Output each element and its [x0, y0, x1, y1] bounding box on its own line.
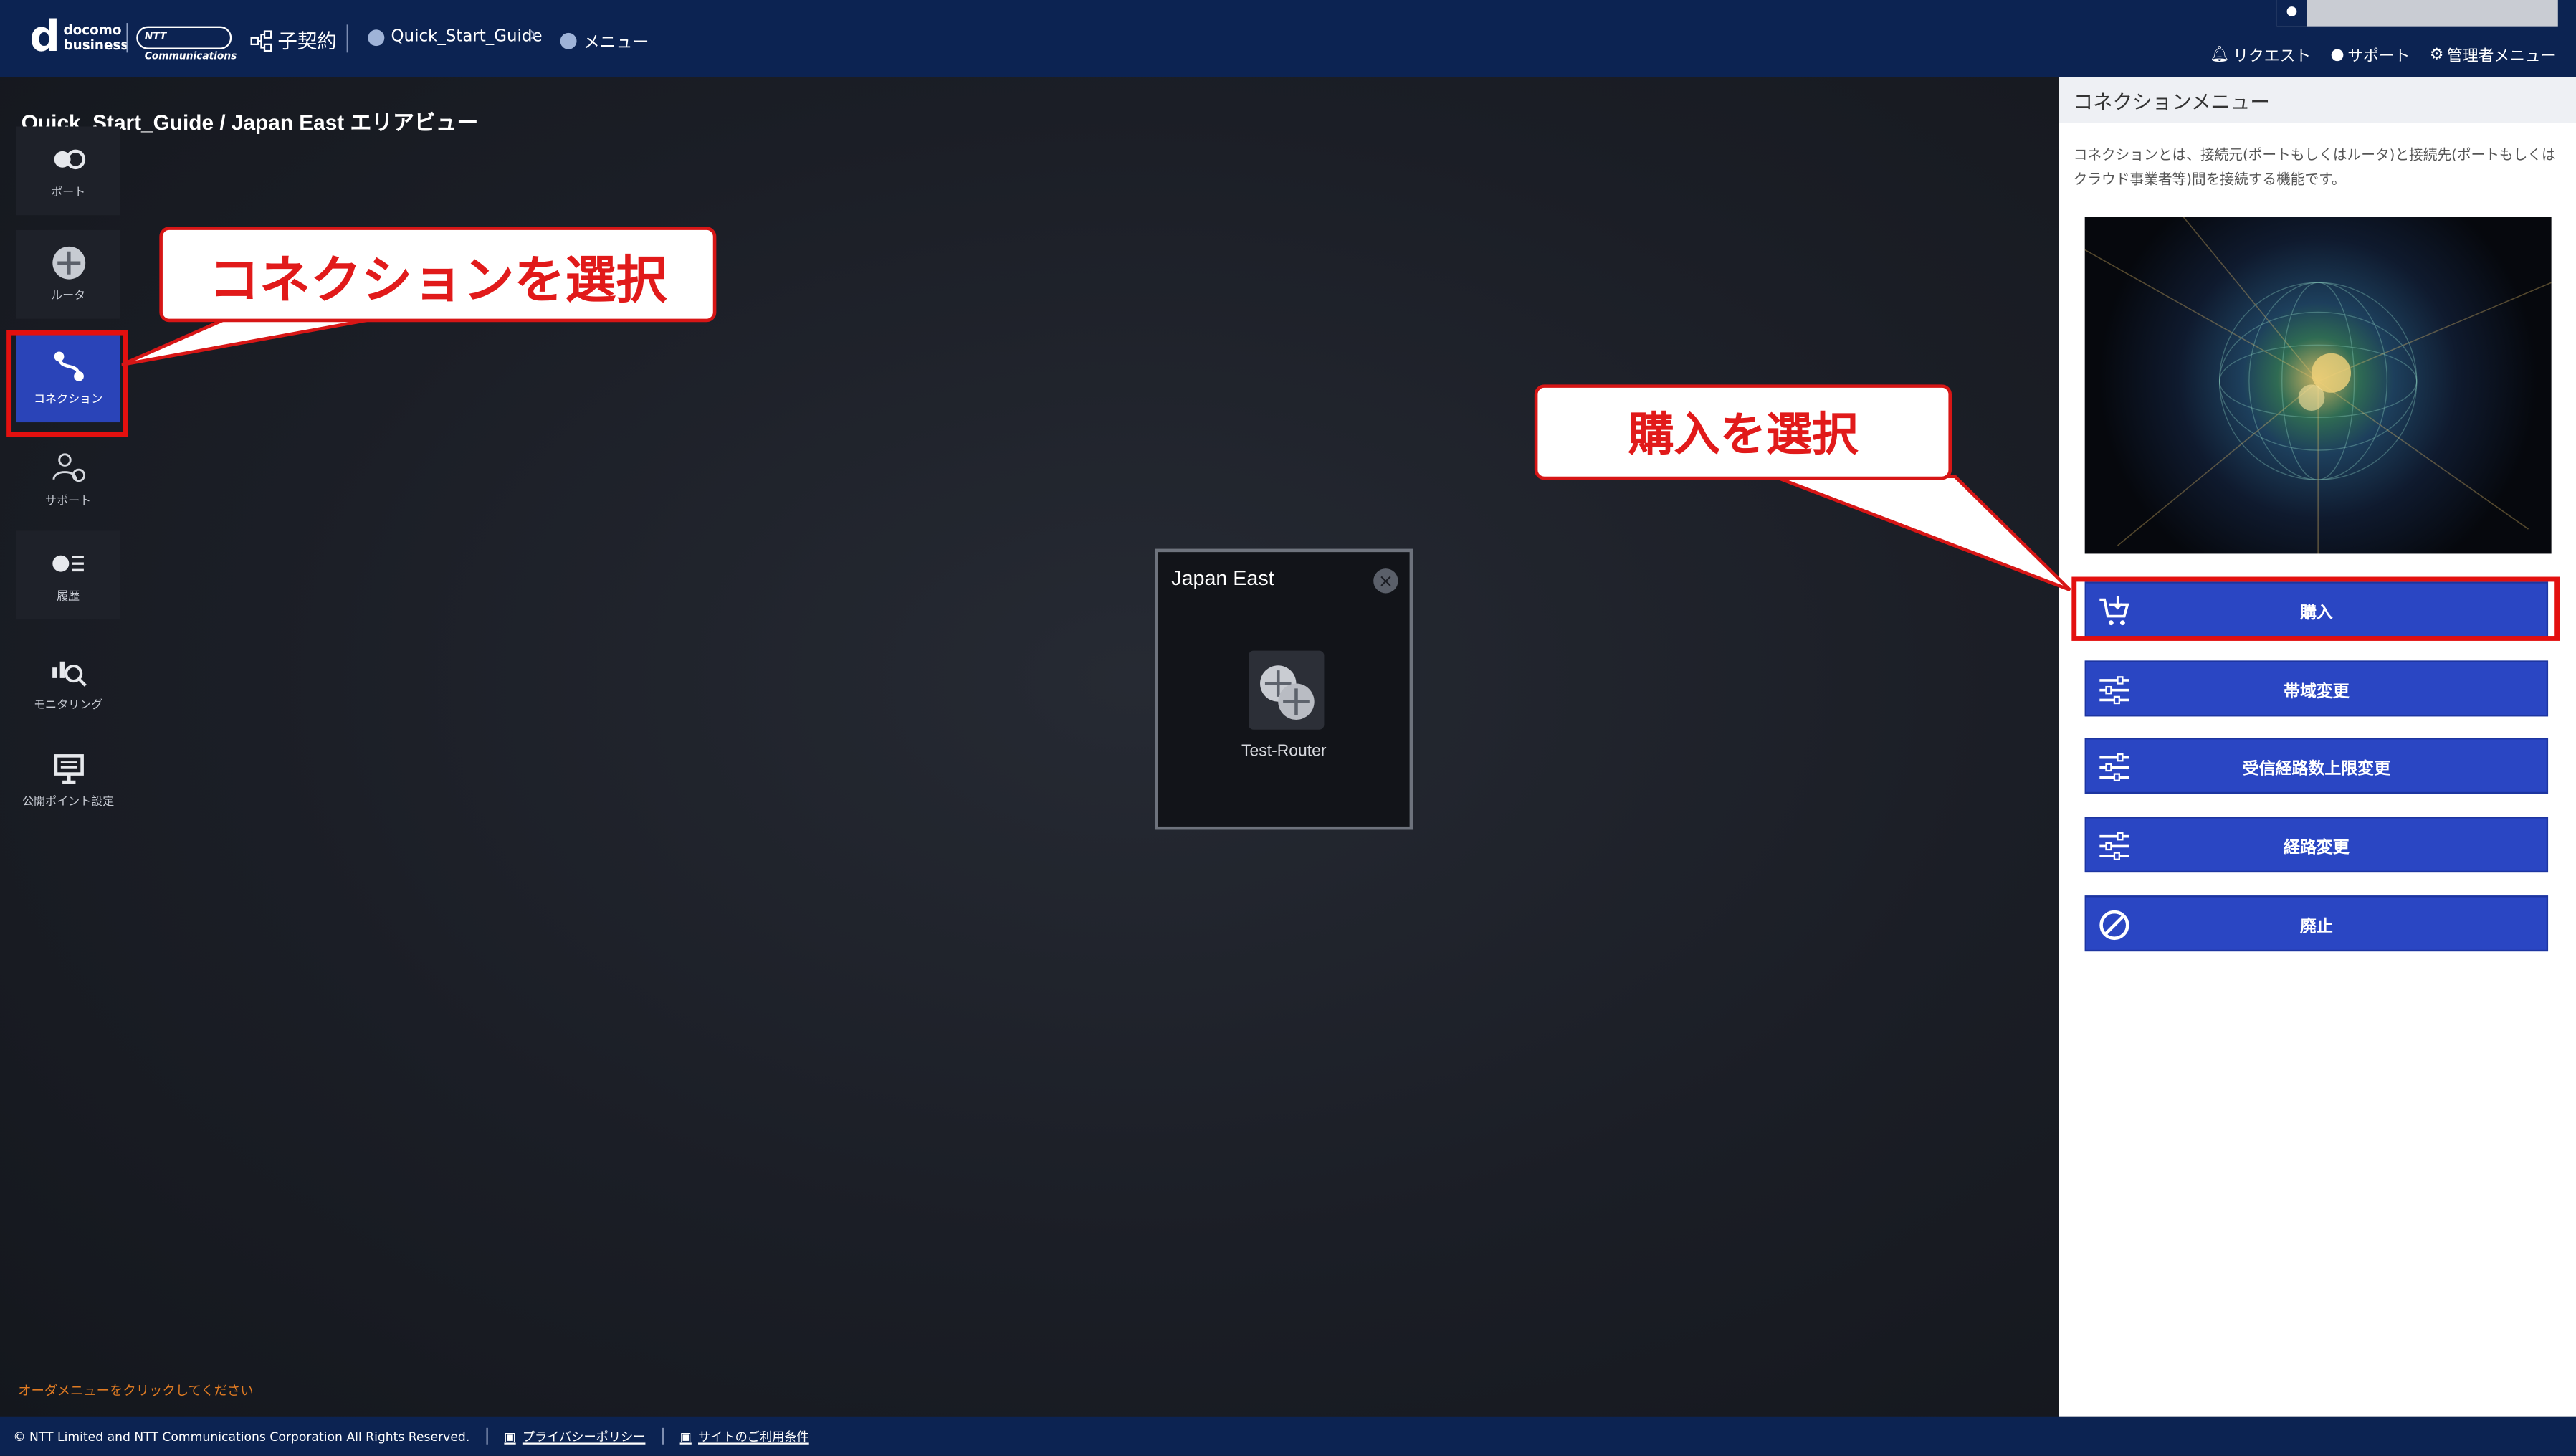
panel-title: コネクションメニュー	[2059, 77, 2576, 123]
request-link[interactable]: 🔔︎ リクエスト	[2210, 43, 2311, 66]
check-icon	[560, 32, 577, 49]
sidebar-item-port[interactable]: ポート	[16, 126, 120, 216]
privacy-policy-label: プライバシーポリシー	[522, 1428, 646, 1444]
callout-purchase-text: 購入を選択	[1628, 407, 1859, 462]
sidebar-item-label: サポート	[45, 494, 92, 508]
top-header: d docomo business NTT Communications 子契約…	[0, 0, 2576, 77]
monitoring-icon	[50, 654, 86, 690]
document-icon: ▣	[679, 1428, 692, 1444]
history-icon	[50, 546, 86, 581]
sliders-icon	[2096, 672, 2132, 708]
logo-divider	[126, 23, 128, 53]
route-change-label: 経路変更	[2284, 839, 2350, 857]
callout-tail-purchase	[1773, 475, 2071, 592]
user-account-box[interactable]	[2276, 0, 2558, 27]
sidebar-item-label: ポート	[51, 186, 86, 199]
route-limit-change-label: 受信経路数上限変更	[2242, 760, 2391, 779]
port-icon	[50, 141, 86, 177]
footer-divider	[486, 1427, 488, 1445]
callout-connection: コネクションを選択	[159, 227, 717, 323]
check-icon	[368, 29, 385, 46]
support-label: サポート	[2347, 47, 2410, 66]
japan-east-popup: Japan East × Test-Router	[1155, 548, 1413, 830]
router-node-label: Test-Router	[1241, 743, 1327, 761]
sliders-icon	[2096, 749, 2132, 785]
highlight-connection-frame	[6, 330, 128, 437]
contract-label: 子契約	[277, 29, 337, 53]
order-hint-text: オーダメニューをクリックしてください	[18, 1383, 254, 1399]
callout-connection-text: コネクションを選択	[209, 250, 667, 310]
sidebar-item-label: 履歴	[57, 589, 80, 604]
terms-link[interactable]: ▣ サイトのご利用条件	[680, 1427, 809, 1445]
bandwidth-change-label: 帯域変更	[2284, 682, 2350, 701]
bandwidth-change-button[interactable]: 帯域変更	[2084, 660, 2549, 717]
admin-menu-label: 管理者メニュー	[2447, 47, 2557, 66]
breadcrumb-menu-label: メニュー	[583, 34, 649, 53]
close-icon[interactable]: ×	[1373, 568, 1398, 594]
sidebar-item-router[interactable]: ルータ	[16, 229, 120, 319]
logo-line-2: business	[63, 37, 129, 53]
public-point-icon	[50, 751, 86, 786]
bell-icon: 🔔︎	[2210, 45, 2230, 64]
sidebar-item-history[interactable]: 履歴	[16, 530, 120, 620]
request-label: リクエスト	[2233, 47, 2312, 66]
router-node-icon[interactable]	[1248, 650, 1325, 730]
network-globe-image	[2084, 217, 2552, 554]
chevron-right-icon: ›	[529, 23, 538, 48]
panel-description: コネクションとは、接続元(ポートもしくはルータ)と接続先(ポートもしくはクラウド…	[2073, 148, 2556, 189]
breadcrumb-guide[interactable]: Quick_Start_Guide	[368, 27, 543, 47]
logo-letter: d	[29, 13, 60, 63]
popup-title: Japan East	[1171, 566, 1274, 590]
sidebar-item-label: ルータ	[51, 289, 86, 303]
hierarchy-icon	[250, 29, 272, 52]
privacy-policy-link[interactable]: ▣ プライバシーポリシー	[504, 1427, 645, 1445]
callout-purchase: 購入を選択	[1534, 384, 1952, 480]
prohibit-icon	[2096, 907, 2132, 943]
copyright-text: © NTT Limited and NTT Communications Cor…	[13, 1428, 470, 1444]
sidebar-item-monitoring[interactable]: モニタリング	[16, 639, 120, 728]
route-limit-change-button[interactable]: 受信経路数上限変更	[2084, 738, 2549, 794]
route-change-button[interactable]: 経路変更	[2084, 817, 2549, 873]
abolish-label: 廃止	[2299, 918, 2333, 936]
sidebar-item-label: モニタリング	[33, 698, 103, 712]
document-icon: ▣	[504, 1428, 516, 1444]
contract-selector[interactable]: 子契約	[249, 27, 337, 54]
support-icon	[50, 450, 86, 486]
sliders-icon	[2096, 828, 2132, 864]
router-icon	[50, 245, 86, 281]
sidebar-item-label: 公開ポイント設定	[22, 795, 115, 809]
docomo-business-logo[interactable]: d docomo business	[29, 13, 129, 63]
footer: © NTT Limited and NTT Communications Cor…	[0, 1416, 2576, 1456]
logo-line-1: docomo	[63, 23, 122, 38]
gear-icon: ⚙	[2429, 45, 2444, 64]
help-circle-icon: ●	[2330, 45, 2344, 64]
support-link[interactable]: ● サポート	[2331, 43, 2410, 66]
sidebar-item-public-point[interactable]: 公開ポイント設定	[16, 736, 120, 825]
header-divider	[346, 24, 348, 53]
breadcrumb-menu[interactable]: メニュー	[560, 28, 649, 52]
connection-menu-panel: コネクションメニュー コネクションとは、接続元(ポートもしくはルータ)と接続先(…	[2059, 77, 2576, 1417]
abolish-button[interactable]: 廃止	[2084, 895, 2549, 952]
footer-divider	[662, 1427, 664, 1445]
user-icon	[2276, 0, 2307, 27]
breadcrumb-guide-label: Quick_Start_Guide	[391, 27, 543, 47]
admin-menu-link[interactable]: ⚙ 管理者メニュー	[2430, 43, 2557, 66]
highlight-purchase-frame	[2071, 576, 2560, 641]
sidebar-item-support[interactable]: サポート	[16, 435, 120, 524]
terms-label: サイトのご利用条件	[697, 1428, 809, 1444]
ntt-logo: NTT Communications	[136, 26, 237, 62]
